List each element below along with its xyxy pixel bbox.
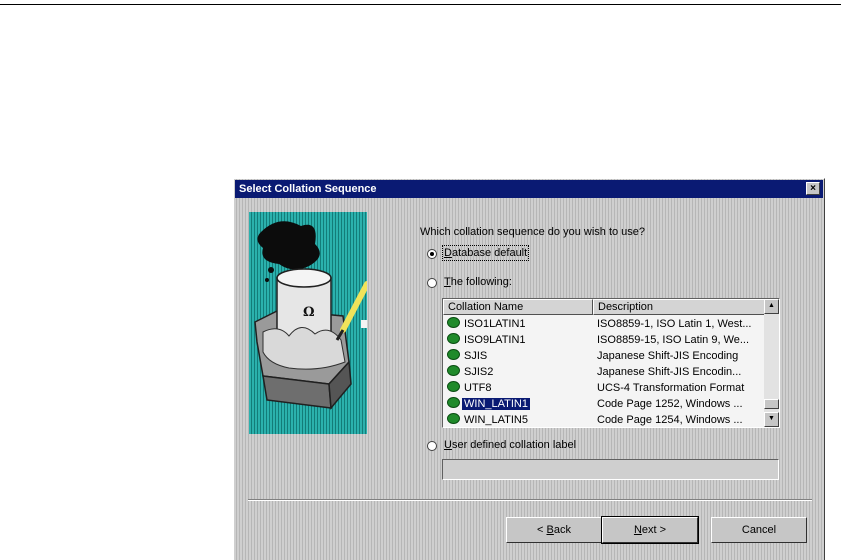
list-row[interactable]: SJIS Japanese Shift-JIS Encoding [443, 348, 764, 364]
row-description: ISO8859-15, ISO Latin 9, We... [597, 334, 750, 346]
row-name: ISO9LATIN1 [464, 334, 526, 346]
label-text: atabase default [451, 247, 528, 259]
scroll-down-icon[interactable]: ▼ [764, 412, 779, 427]
list-scrollbar[interactable]: ▲ ▼ [764, 299, 779, 427]
list-rows: ISO1LATIN1 ISO8859-1, ISO Latin 1, West.… [443, 316, 764, 427]
next-label: ext > [641, 524, 667, 536]
radio-the-following[interactable] [427, 278, 437, 288]
database-icon [447, 397, 460, 408]
list-row[interactable]: SJIS2 Japanese Shift-JIS Encodin... [443, 364, 764, 380]
collation-dialog: Select Collation Sequence × Ω Which coll… [233, 178, 825, 560]
radio-user-defined-label[interactable]: User defined collation label [444, 439, 576, 451]
row-name-cell: ISO9LATIN1 [447, 333, 528, 347]
row-name: UTF8 [464, 382, 492, 394]
list-row[interactable]: ISO9LATIN1 ISO8859-15, ISO Latin 9, We..… [443, 332, 764, 348]
accel-u: U [444, 439, 452, 451]
row-name-cell: UTF8 [447, 381, 494, 395]
back-label: ack [553, 524, 571, 536]
accel-b: B [546, 524, 554, 536]
row-name-cell: SJIS2 [447, 365, 495, 379]
dialog-title: Select Collation Sequence [239, 183, 377, 195]
database-icon [447, 381, 460, 392]
row-description: Code Page 1254, Windows ... [597, 414, 743, 426]
dialog-titlebar: Select Collation Sequence × [235, 180, 823, 198]
accel-d: D [444, 247, 452, 259]
row-name-cell: SJIS [447, 349, 489, 363]
next-button[interactable]: Next > [601, 516, 699, 544]
back-button[interactable]: < Back [506, 517, 602, 543]
database-icon [447, 349, 460, 360]
row-name-cell: WIN_LATIN1 [447, 397, 530, 411]
row-description: Japanese Shift-JIS Encodin... [597, 366, 742, 378]
row-name: SJIS [464, 350, 488, 362]
row-name: WIN_LATIN5 [464, 414, 528, 426]
list-row-selected[interactable]: WIN_LATIN1 Code Page 1252, Windows ... [443, 396, 764, 412]
label-text: ser defined collation label [451, 439, 577, 451]
top-rule [0, 4, 841, 5]
row-description: Japanese Shift-JIS Encoding [597, 350, 739, 362]
user-collation-label-field[interactable] [442, 459, 779, 480]
column-description[interactable]: Description [593, 299, 767, 315]
row-description: ISO8859-1, ISO Latin 1, West... [597, 318, 752, 330]
radio-the-following-label[interactable]: The following: [444, 276, 512, 288]
cancel-button[interactable]: Cancel [711, 517, 807, 543]
row-description: Code Page 1252, Windows ... [597, 398, 743, 410]
label-text: he following: [450, 276, 512, 288]
button-separator [248, 499, 812, 501]
radio-database-default[interactable] [427, 249, 437, 259]
database-icon [447, 333, 460, 344]
database-icon [447, 365, 460, 376]
row-name-cell: ISO1LATIN1 [447, 317, 528, 331]
back-prefix: < [537, 524, 547, 536]
row-name: ISO1LATIN1 [464, 318, 526, 330]
accel-n: N [633, 524, 642, 536]
collation-question: Which collation sequence do you wish to … [420, 226, 646, 238]
list-row[interactable]: ISO1LATIN1 ISO8859-1, ISO Latin 1, West.… [443, 316, 764, 332]
list-row[interactable]: UTF8 UCS-4 Transformation Format [443, 380, 764, 396]
close-icon[interactable]: × [806, 182, 820, 195]
column-collation-name[interactable]: Collation Name [443, 299, 593, 315]
row-description: UCS-4 Transformation Format [597, 382, 745, 394]
database-icon [447, 317, 460, 328]
scroll-thumb[interactable] [764, 399, 779, 409]
list-row[interactable]: WIN_LATIN5 Code Page 1254, Windows ... [443, 412, 764, 427]
list-header: Collation Name Description [443, 299, 767, 316]
radio-user-defined[interactable] [427, 441, 437, 451]
database-with-pen-illustration: Ω [249, 212, 367, 434]
row-name: SJIS2 [464, 366, 494, 378]
database-icon [447, 413, 460, 424]
scroll-up-icon[interactable]: ▲ [764, 299, 779, 314]
collation-list[interactable]: Collation Name Description ISO1LATIN1 IS… [442, 298, 780, 428]
svg-text:Ω: Ω [303, 305, 315, 320]
row-name: WIN_LATIN1 [462, 398, 530, 410]
radio-database-default-label[interactable]: Database default [441, 245, 530, 261]
row-name-cell: WIN_LATIN5 [447, 413, 530, 427]
accel-t: T [444, 276, 451, 288]
